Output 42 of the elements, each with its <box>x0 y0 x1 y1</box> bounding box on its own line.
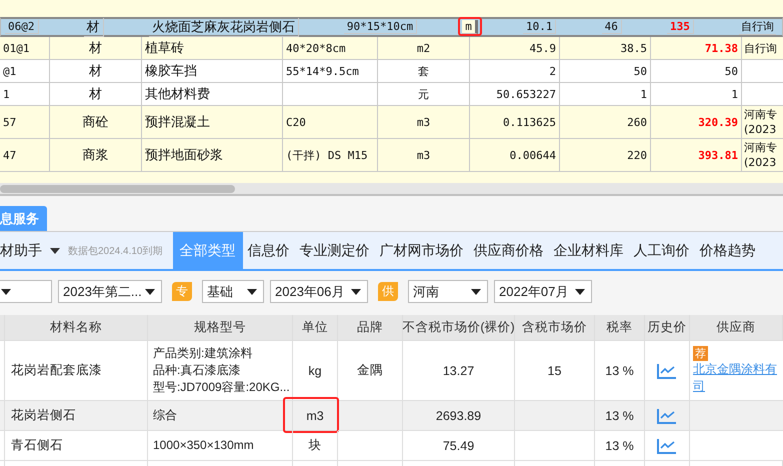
source-tab[interactable]: 信息价 <box>242 232 294 269</box>
material-name-cell: 青石侧石 <box>5 431 148 461</box>
column-header: 税率 <box>595 315 645 341</box>
dropdown-select[interactable]: 2022年07月 <box>494 280 592 303</box>
dropdown-select[interactable]: 基础 <box>202 280 264 303</box>
column-header: 规格型号 <box>148 315 293 341</box>
assistant-menu[interactable]: 材助手 <box>0 232 60 269</box>
column-header: 单位 <box>293 315 338 341</box>
column-header: 材料名称 <box>5 315 148 341</box>
unit-cell: 块 <box>293 431 338 461</box>
tax-rate-cell: 13 % <box>595 401 645 431</box>
price-cell: 2693.89 <box>403 401 515 431</box>
source-cell: 自行询 <box>738 19 776 35</box>
dropdown-select[interactable]: 河南 <box>408 280 488 303</box>
column-header: 品牌 <box>338 315 403 341</box>
recommended-badge: 荐 <box>693 346 708 361</box>
column-header: 不含税市场价(裸价) <box>403 315 515 341</box>
code-cell: 06@2 <box>5 20 38 34</box>
source-tab[interactable]: 供应商价格 <box>468 232 548 269</box>
dropdown-select[interactable]: 2023年第二... <box>58 280 162 303</box>
source-tab[interactable]: 广材网市场价 <box>374 232 468 269</box>
column-header: 历史价 <box>645 315 690 341</box>
dropdown-select[interactable]: 2023年06月 <box>270 280 368 303</box>
column-header: 供应商 <box>690 315 783 341</box>
spec-cell: 1000×350×130mm <box>148 431 293 461</box>
spec-cell: 综合 <box>148 401 293 431</box>
column-header: 含税市场价 <box>515 315 595 341</box>
expiry-notice: 数据包2024.4.10到期 <box>68 244 162 258</box>
spec-cell: 90*15*10cm <box>344 20 418 34</box>
source-tab[interactable]: 专业测定价 <box>294 232 374 269</box>
source-tab[interactable]: 价格趋势 <box>694 232 760 269</box>
filter-badge: 供 <box>378 282 398 301</box>
source-tab[interactable]: 企业材料库 <box>548 232 628 269</box>
total-cell: 135 <box>666 20 694 34</box>
price-cell: 46 <box>602 20 622 34</box>
unit-cell: m3 <box>293 401 338 431</box>
tax-rate-cell: 13 % <box>595 431 645 461</box>
price-cell: 75.49 <box>403 431 515 461</box>
source-tab[interactable]: 人工询价 <box>628 232 694 269</box>
filter-badge: 专 <box>172 282 192 301</box>
quantity-cell: 10.1 <box>522 20 556 34</box>
material-name-cell: 花岗岩侧石 <box>5 401 148 431</box>
